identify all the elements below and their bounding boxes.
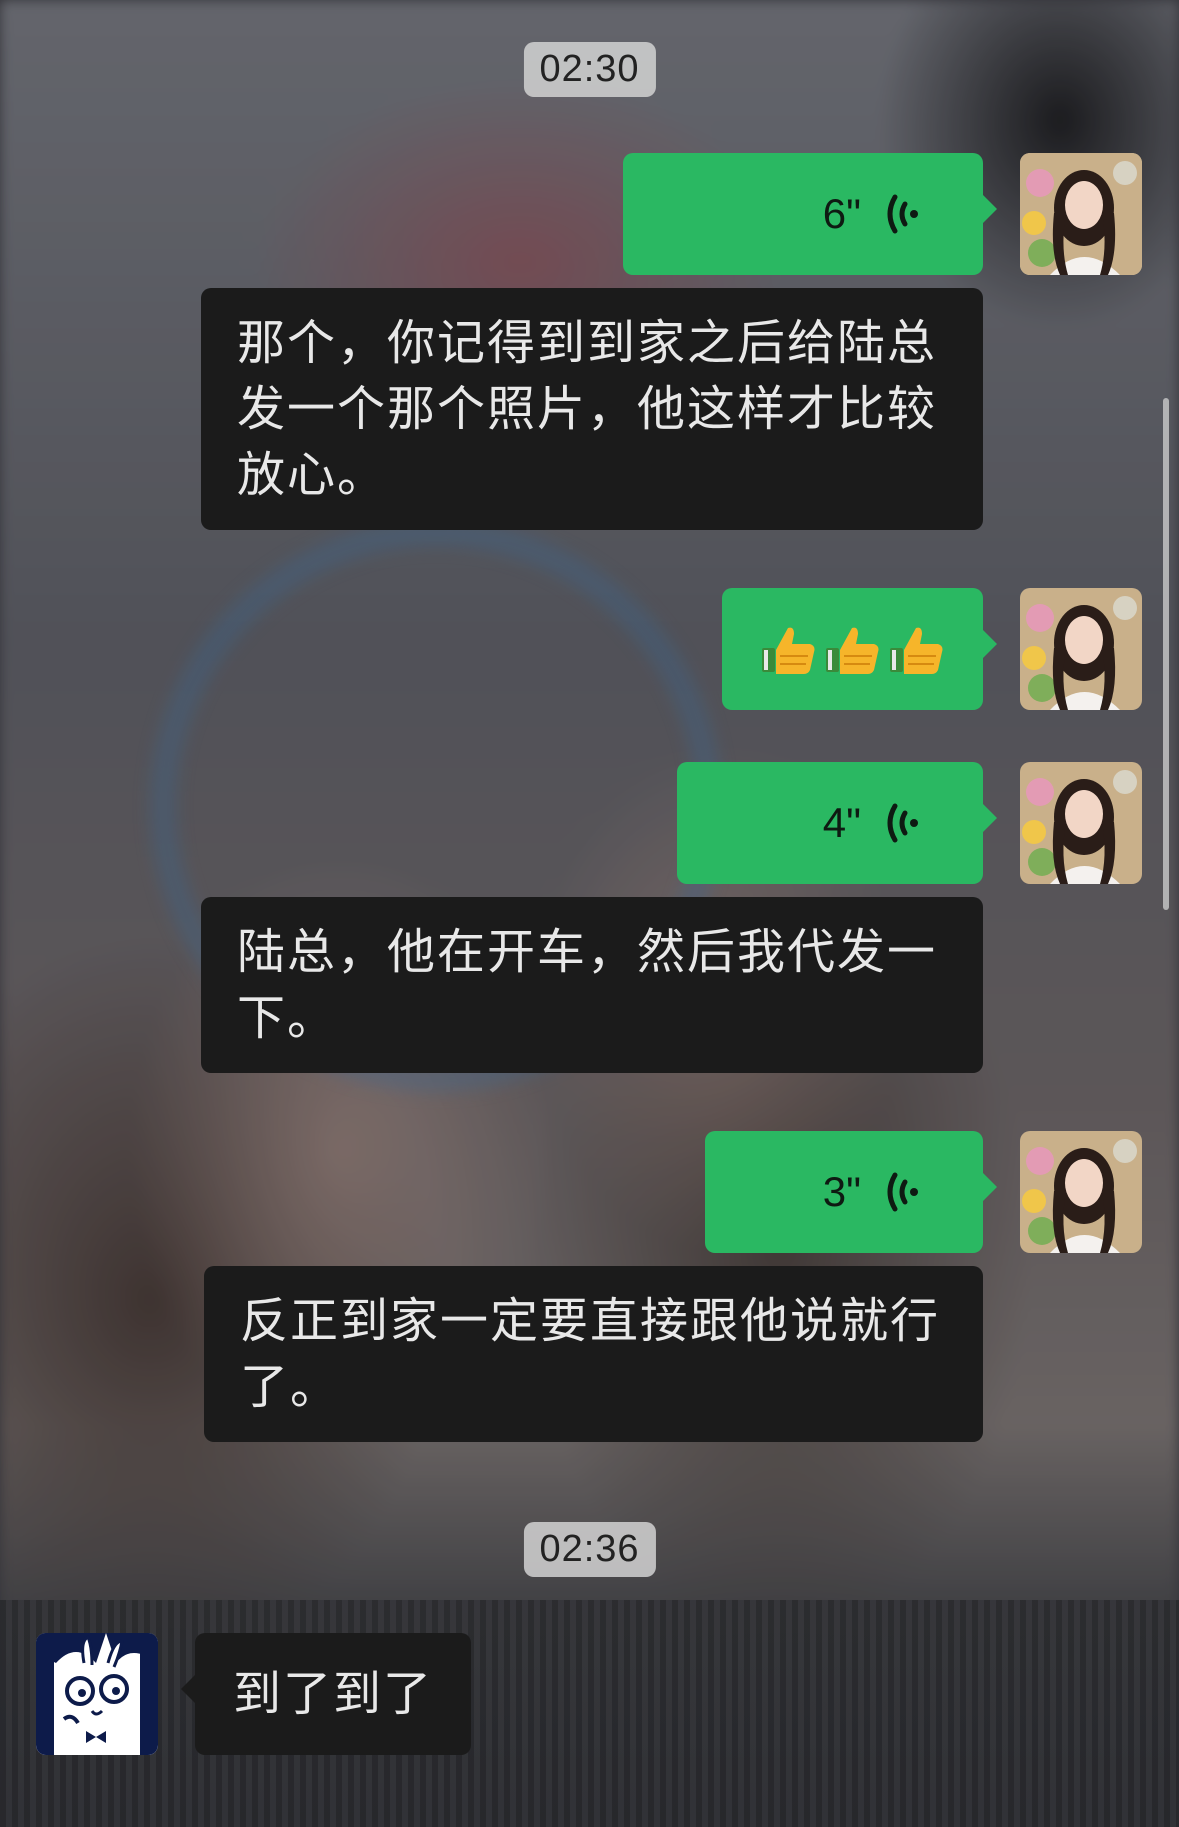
scrollbar[interactable] — [1163, 398, 1169, 910]
self-avatar[interactable] — [1020, 1131, 1142, 1253]
self-avatar[interactable] — [1020, 153, 1142, 275]
text-message-bubble[interactable]: 反正到家一定要直接跟他说就行了。 — [204, 1266, 983, 1442]
voice-message-bubble[interactable]: 4" — [677, 762, 997, 884]
girl-photo-avatar-icon — [1020, 762, 1142, 884]
voice-message-bubble[interactable]: 6" — [623, 153, 997, 275]
cartoon-rabbit-avatar-icon — [36, 1633, 158, 1755]
timestamp: 02:36 — [523, 1522, 656, 1577]
thumbs-up-icon — [761, 627, 814, 674]
voice-duration: 4" — [822, 799, 861, 846]
thumbs-up-icon — [825, 627, 878, 674]
voice-duration: 6" — [822, 190, 861, 237]
voice-wave-icon — [887, 803, 918, 843]
girl-photo-avatar-icon — [1020, 588, 1142, 710]
self-avatar[interactable] — [1020, 588, 1142, 710]
girl-photo-avatar-icon — [1020, 1131, 1142, 1253]
voice-duration: 3" — [822, 1168, 861, 1215]
thumbs-up-icon — [889, 627, 942, 674]
timestamp: 02:30 — [523, 42, 656, 97]
emoji-message-bubble[interactable] — [722, 588, 997, 710]
text-message-bubble[interactable]: 到了到了 — [181, 1633, 471, 1755]
message-text: 陆总，他在开车，然后我代发一下。 — [237, 924, 938, 1046]
voice-wave-icon — [887, 194, 918, 234]
girl-photo-avatar-icon — [1020, 153, 1142, 275]
voice-wave-icon — [887, 1172, 918, 1212]
text-message-bubble[interactable]: 陆总，他在开车，然后我代发一下。 — [201, 897, 983, 1073]
message-text: 反正到家一定要直接跟他说就行了。 — [240, 1293, 941, 1415]
contact-avatar[interactable] — [36, 1633, 158, 1755]
voice-message-bubble[interactable]: 3" — [705, 1131, 997, 1253]
text-message-bubble[interactable]: 那个，你记得到到家之后给陆总发一个那个照片，他这样才比较放心。 — [201, 288, 983, 530]
self-avatar[interactable] — [1020, 762, 1142, 884]
message-text: 到了到了 — [233, 1666, 434, 1722]
message-text: 那个，你记得到到家之后给陆总发一个那个照片，他这样才比较放心。 — [237, 315, 938, 503]
